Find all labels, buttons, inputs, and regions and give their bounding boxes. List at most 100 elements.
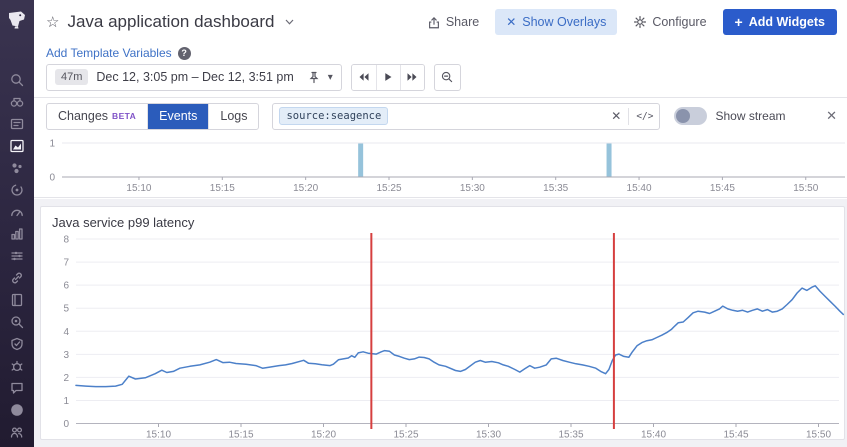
svg-text:0: 0 [49, 173, 55, 184]
share-icon [427, 15, 441, 30]
overlay-tabs: Changes BETA Events Logs [46, 103, 259, 130]
clear-x-icon[interactable]: ✕ [611, 109, 621, 123]
search-separator [628, 108, 629, 125]
pin-icon[interactable] [308, 71, 320, 84]
latency-line-chart[interactable]: 01234567815:1015:1515:2015:2515:3015:351… [41, 207, 846, 441]
tab-changes[interactable]: Changes BETA [47, 104, 147, 129]
close-x-icon[interactable]: ✕ [826, 108, 837, 124]
title-group: ☆ Java application dashboard [46, 12, 295, 32]
show-overlays-button[interactable]: ✕ Show Overlays [495, 9, 617, 35]
sidebar-item-watchdog[interactable] [8, 94, 26, 110]
datadog-dashboard-app: ? ☆ Java application dashboard Share ✕ [0, 0, 847, 447]
show-overlays-label: Show Overlays [522, 15, 606, 29]
feedback-chat-icon [9, 380, 25, 396]
code-brackets-icon[interactable]: </> [636, 111, 653, 122]
event-list-icon [9, 116, 25, 132]
sidebar-item-dashboards[interactable] [8, 138, 26, 154]
sidebar-item-notebooks[interactable] [8, 292, 26, 308]
svg-text:15:50: 15:50 [793, 183, 818, 194]
time-range-selector[interactable]: 47m Dec 12, 3:05 pm – Dec 12, 3:51 pm ▾ [46, 64, 342, 91]
fast-forward-button[interactable] [400, 65, 424, 90]
svg-text:2: 2 [63, 373, 69, 384]
tab-events[interactable]: Events [147, 104, 208, 129]
events-timeline-chart[interactable]: 1015:1015:1515:2015:2515:3015:3515:4015:… [40, 133, 847, 198]
svg-text:1: 1 [49, 139, 55, 150]
svg-text:15:50: 15:50 [806, 430, 831, 441]
configure-label: Configure [652, 15, 706, 29]
svg-text:15:40: 15:40 [641, 430, 666, 441]
svg-text:15:15: 15:15 [228, 430, 253, 441]
help-badge-icon[interactable]: ? [178, 47, 191, 60]
zoom-out-button[interactable] [434, 64, 461, 91]
svg-text:3: 3 [63, 350, 69, 361]
sidebar-item-error-tracking[interactable] [8, 358, 26, 374]
add-widgets-button[interactable]: + Add Widgets [723, 9, 837, 35]
search-icon [9, 72, 25, 88]
svg-text:15:10: 15:10 [126, 183, 151, 194]
beta-badge: BETA [112, 111, 136, 121]
svg-text:15:45: 15:45 [723, 430, 748, 441]
svg-text:15:35: 15:35 [543, 183, 568, 194]
security-scan-icon [9, 314, 25, 330]
svg-text:15:10: 15:10 [146, 430, 171, 441]
sidebar-item-hostmap[interactable] [8, 160, 26, 176]
header-actions: Share ✕ Show Overlays Configure + Add Wi… [427, 9, 837, 35]
svg-text:7: 7 [63, 258, 69, 269]
sidebar-icon-stack: ? [0, 72, 34, 440]
show-stream-group: Show stream [674, 107, 785, 125]
svg-text:15:30: 15:30 [476, 430, 501, 441]
event-search-input[interactable]: source:seagence ✕ </> [272, 103, 660, 130]
x-overlay-icon: ✕ [506, 15, 516, 29]
search-query-token[interactable]: source:seagence [279, 107, 388, 125]
sidebar-item-processes[interactable] [8, 226, 26, 242]
main-content: ☆ Java application dashboard Share ✕ Sho… [34, 0, 847, 447]
sidebar-item-apm[interactable] [8, 182, 26, 198]
log-filter-icon [9, 248, 25, 264]
sidebar-item-help[interactable]: ? [8, 402, 26, 418]
playback-controls [351, 64, 425, 91]
sidebar-item-events[interactable] [8, 116, 26, 132]
star-favorite-icon[interactable]: ☆ [46, 13, 59, 31]
teams-icon [9, 424, 25, 440]
sidebar-item-feedback[interactable] [8, 380, 26, 396]
svg-text:15:20: 15:20 [293, 183, 318, 194]
section-divider [34, 97, 847, 98]
svg-text:15:40: 15:40 [627, 183, 652, 194]
title-menu-button[interactable] [284, 18, 295, 26]
configure-button[interactable]: Configure [633, 15, 706, 29]
share-button[interactable]: Share [427, 15, 479, 30]
template-variables-row: Add Template Variables ? [46, 44, 191, 62]
rewind-button[interactable] [352, 65, 376, 90]
svg-text:0: 0 [63, 419, 69, 430]
notebooks-icon [9, 292, 25, 308]
watchdog-binoculars-icon [9, 94, 25, 110]
tab-changes-label: Changes [58, 109, 108, 123]
sidebar-item-logs[interactable] [8, 248, 26, 264]
play-button[interactable] [376, 65, 400, 90]
metrics-gauge-icon [9, 204, 25, 220]
sidebar-item-compliance[interactable] [8, 336, 26, 352]
help-icon: ? [9, 402, 25, 418]
duration-badge: 47m [55, 69, 88, 85]
dashboard-header: ☆ Java application dashboard Share ✕ Sho… [34, 0, 847, 44]
sidebar-item-security[interactable] [8, 314, 26, 330]
sidebar-nav: ? [0, 0, 34, 447]
caret-down-icon[interactable]: ▾ [328, 72, 333, 83]
tab-logs[interactable]: Logs [208, 104, 258, 129]
sidebar-item-search[interactable] [8, 72, 26, 88]
chevron-down-icon [284, 18, 295, 26]
svg-text:15:25: 15:25 [376, 183, 401, 194]
show-stream-label: Show stream [715, 109, 785, 123]
add-template-variables-link[interactable]: Add Template Variables [46, 46, 172, 60]
show-stream-toggle[interactable] [674, 107, 707, 125]
sidebar-item-teams[interactable] [8, 424, 26, 440]
svg-text:15:20: 15:20 [311, 430, 336, 441]
sidebar-item-metrics[interactable] [8, 204, 26, 220]
time-controls-row: 47m Dec 12, 3:05 pm – Dec 12, 3:51 pm ▾ [46, 63, 461, 91]
plus-icon: + [735, 17, 743, 27]
sidebar-item-synthetics[interactable] [8, 270, 26, 286]
compliance-shield-icon [9, 336, 25, 352]
gear-icon [633, 15, 647, 29]
svg-text:6: 6 [63, 281, 69, 292]
datadog-logo[interactable] [0, 0, 34, 34]
